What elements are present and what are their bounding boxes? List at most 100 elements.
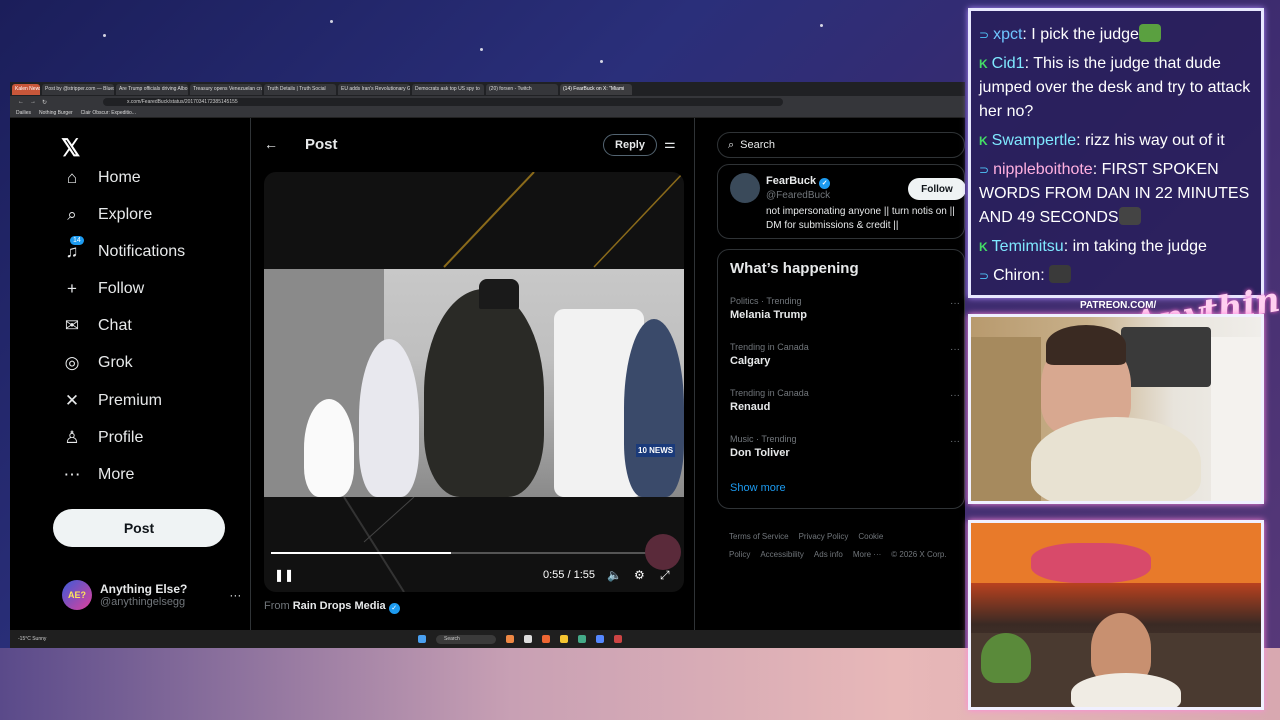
footer-link[interactable]: Accessibility [760, 550, 804, 559]
browser-tab[interactable]: Kalen News [12, 83, 40, 95]
fullscreen-icon[interactable]: ⤢ [660, 568, 670, 583]
account-switcher[interactable]: AE? Anything Else? @anythingelsegg ··· [62, 580, 241, 610]
browser-tab[interactable]: Post by @stripper.com — Bluesk [42, 83, 114, 95]
more-icon[interactable]: ··· [229, 588, 241, 602]
chat-username[interactable]: Cid1 [992, 55, 1025, 72]
app-icon[interactable] [524, 635, 532, 643]
nav-item-profile[interactable]: ♙ Profile [62, 428, 143, 448]
x-logo-icon[interactable]: 𝕏 [61, 134, 80, 163]
footer-link[interactable]: Privacy Policy [799, 532, 849, 541]
taskbar-search[interactable]: Search [436, 634, 496, 644]
account-name[interactable]: FearBuck ✓ [766, 175, 831, 189]
video-frame: 10 NEWS [264, 269, 684, 497]
chat-username[interactable]: Swampertle [992, 132, 1076, 149]
profile-handle: @anythingelsegg [100, 596, 186, 608]
right-sidebar: ⌕ Search FearBuck ✓ @FearedBuck not impe… [715, 118, 965, 648]
browser-tab[interactable]: Democrats ask top US spy to [412, 83, 484, 95]
twitch-badge-icon: ⊃ [979, 28, 990, 42]
bookmarks-bar: Dailies Nothing Burger Clair Obscur: Exp… [10, 108, 965, 118]
more-icon[interactable]: ··· [950, 298, 960, 309]
more-icon[interactable]: ··· [950, 390, 960, 401]
nav-label: More [98, 466, 135, 483]
source-name[interactable]: Rain Drops Media [293, 600, 386, 612]
volume-icon[interactable]: 🔈 [607, 568, 622, 582]
footer-link[interactable]: Ads info [814, 550, 843, 559]
trend-item[interactable]: Politics · Trending Melania Trump ··· [730, 296, 960, 321]
app-icon[interactable] [506, 635, 514, 643]
account-avatar[interactable] [730, 173, 760, 203]
reply-button[interactable]: Reply [603, 134, 657, 156]
reload-icon[interactable]: ↻ [42, 99, 47, 106]
browser-tab[interactable]: EU adds Iran's Revolutionary G [338, 83, 410, 95]
nav-item-home[interactable]: ⌂ Home [62, 168, 141, 188]
search-input[interactable]: ⌕ Search [717, 132, 965, 158]
tab-bar: Kalen News Post by @stripper.com — Bluesk… [10, 82, 965, 96]
more-icon[interactable]: ··· [950, 344, 960, 355]
news-watermark: 10 NEWS [636, 444, 676, 457]
bookmark-item[interactable]: Clair Obscur: Expeditio... [81, 110, 136, 116]
trend-item[interactable]: Trending in Canada Calgary ··· [730, 342, 960, 367]
trend-name: Renaud [730, 401, 771, 413]
explore-icon: ⌕ [67, 205, 77, 224]
footer-link[interactable]: More ··· [853, 550, 881, 559]
bookmark-item[interactable]: Nothing Burger [39, 110, 73, 116]
channel-logo [645, 534, 681, 570]
trend-item[interactable]: Music · Trending Don Toliver ··· [730, 434, 960, 459]
chat-message: ⊃ nippleboithote: FIRST SPOKEN WORDS FROM… [979, 158, 1255, 230]
video-progress-bar[interactable] [271, 552, 647, 554]
nav-item-chat[interactable]: ✉ Chat [62, 316, 132, 336]
post-column: ← Post Reply ⚌ 10 NEWS ❚❚ 0:55 / 1:55 🔈 … [250, 118, 695, 648]
emote-icon [1118, 207, 1141, 225]
from-label: From [264, 600, 290, 612]
chat-username[interactable]: Chiron [993, 267, 1040, 284]
chat-text: im taking the judge [1068, 238, 1207, 255]
follow-button[interactable]: Follow [908, 178, 965, 200]
url-field[interactable]: x.com/FearedBuck/status/2017034172385145… [103, 98, 784, 106]
filter-icon[interactable]: ⚌ [664, 136, 676, 152]
nav-label: Chat [98, 317, 132, 334]
settings-icon[interactable]: ⚙ [634, 568, 645, 582]
folder-icon[interactable] [560, 635, 568, 643]
pause-icon[interactable]: ❚❚ [274, 568, 294, 582]
weather-widget[interactable]: -15°C Sunny [18, 636, 58, 642]
browser-tab[interactable]: (20) forsen - Twitch [486, 83, 558, 95]
forward-icon[interactable]: → [30, 99, 36, 105]
chat-username[interactable]: nippleboithote [993, 161, 1093, 178]
post-button[interactable]: Post [53, 509, 225, 547]
home-icon: ⌂ [66, 168, 78, 187]
app-icon[interactable] [578, 635, 586, 643]
search-icon: ⌕ [728, 138, 735, 151]
show-more-link[interactable]: Show more [730, 482, 786, 494]
chat-icon: ✉ [64, 316, 80, 335]
chat-username[interactable]: Temimitsu [992, 238, 1064, 255]
start-icon[interactable] [418, 635, 426, 643]
nav-label: Notifications [98, 243, 186, 260]
nav-item-more[interactable]: ⋯ More [62, 465, 135, 485]
footer-link[interactable]: © 2026 X Corp. [891, 550, 946, 559]
chat-message: ⊃ Chiron: [979, 264, 1255, 288]
nav-item-grok[interactable]: ◎ Grok [62, 353, 133, 373]
back-icon[interactable]: ← [18, 99, 24, 105]
bookmark-item[interactable]: Dailies [16, 110, 31, 116]
nav-item-follow[interactable]: + Follow [62, 279, 144, 299]
nav-item-premium[interactable]: ✕ Premium [62, 391, 162, 411]
nav-item-explore[interactable]: ⌕ Explore [62, 205, 152, 225]
discord-icon[interactable] [596, 635, 604, 643]
browser-tab[interactable]: (14) FearBuck on X: "Miami [560, 83, 632, 95]
twitch-badge-icon: ⊃ [979, 163, 990, 177]
nav-item-notifications[interactable]: ♫ 14 Notifications [62, 236, 186, 262]
firefox-icon[interactable] [542, 635, 550, 643]
taskbar: -15°C Sunny Search [10, 630, 965, 648]
more-icon[interactable]: ··· [950, 436, 960, 447]
browser-tab[interactable]: Truth Details | Truth Social [264, 83, 336, 95]
browser-tab[interactable]: Are Trump officials driving Albo [116, 83, 188, 95]
footer-link[interactable]: Terms of Service [729, 532, 789, 541]
obs-icon[interactable] [614, 635, 622, 643]
webcam-bottom [968, 520, 1264, 710]
chat-username[interactable]: xpct [993, 26, 1022, 43]
back-arrow-icon[interactable]: ← [264, 136, 278, 152]
trend-name: Melania Trump [730, 309, 808, 321]
trend-item[interactable]: Trending in Canada Renaud ··· [730, 388, 960, 413]
browser-tab[interactable]: Treasury opens Venezuelan cru [190, 83, 262, 95]
video-player[interactable]: 10 NEWS ❚❚ 0:55 / 1:55 🔈 ⚙ ⤢ [264, 172, 684, 592]
